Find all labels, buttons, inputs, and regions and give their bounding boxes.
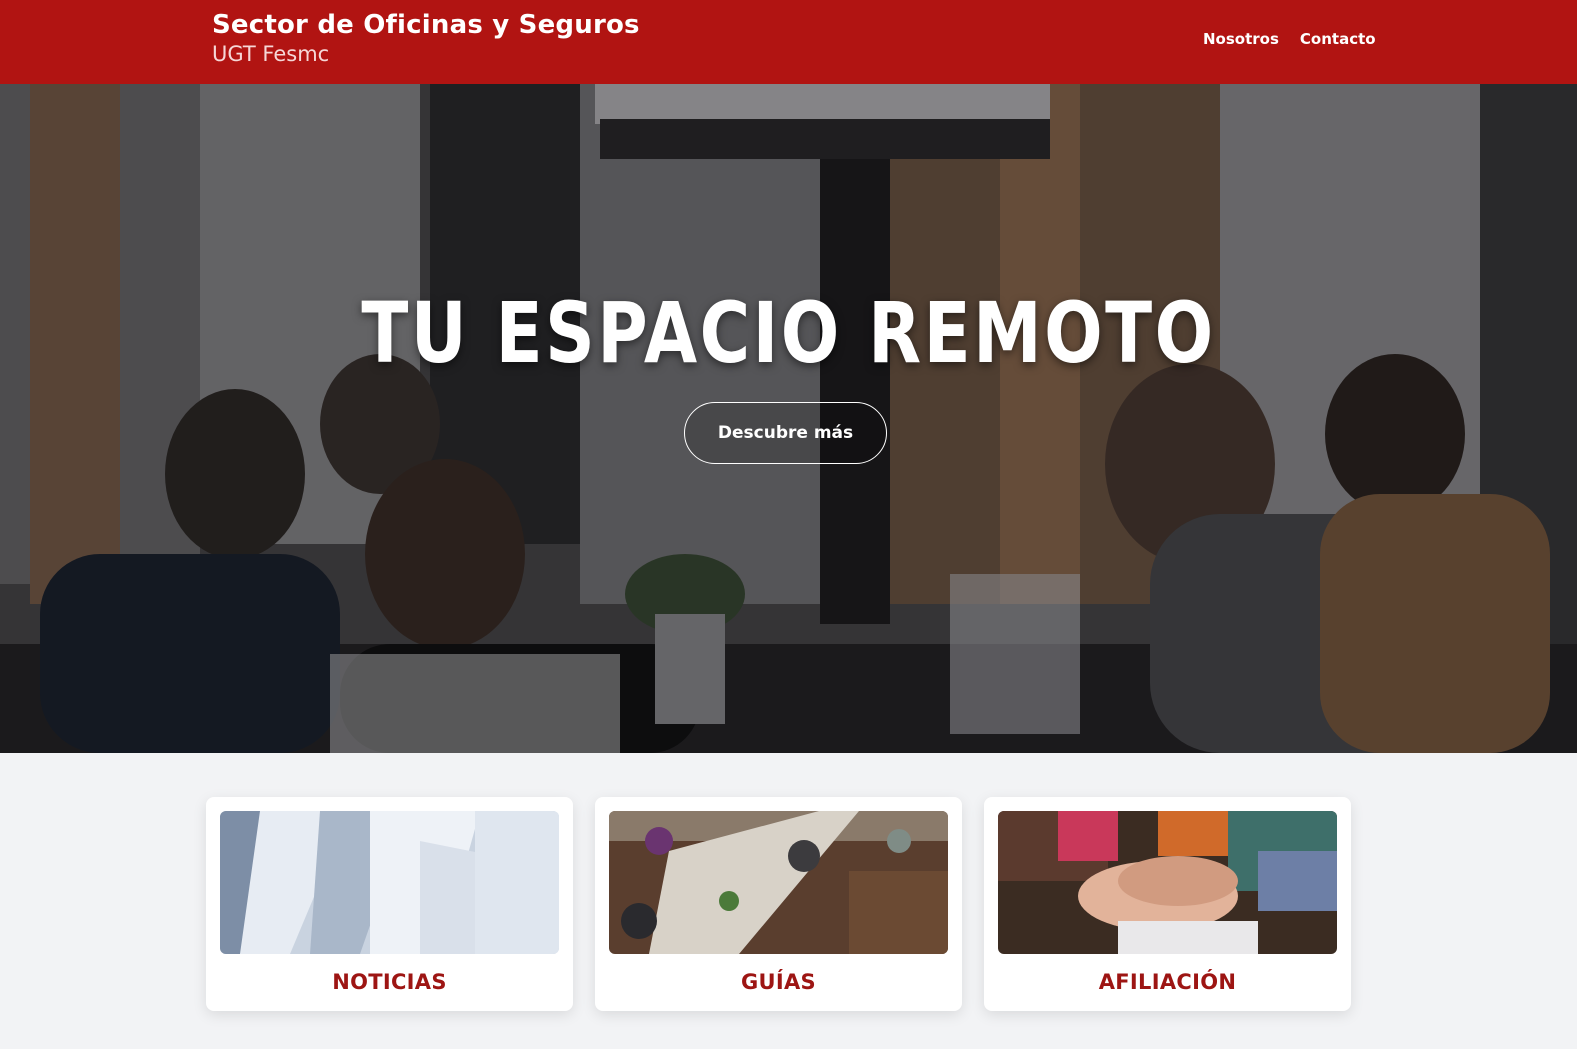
card-label-noticias: NOTICIAS xyxy=(332,970,447,994)
brand[interactable]: Sector de Oficinas y Seguros UGT Fesmc xyxy=(212,10,640,66)
stacked-hands-image[interactable] xyxy=(998,811,1337,954)
newspapers-image[interactable] xyxy=(220,811,559,954)
hero-section: TU ESPACIO REMOTO Descubre más xyxy=(0,84,1577,753)
site-subtitle: UGT Fesmc xyxy=(212,42,330,66)
nav-link-contacto[interactable]: Contacto xyxy=(1300,30,1376,48)
card-afiliacion[interactable]: AFILIACIÓN xyxy=(984,797,1351,1011)
card-label-afiliacion: AFILIACIÓN xyxy=(1098,970,1237,994)
feature-cards: NOTICIAS GUÍAS AFILIACIÓN xyxy=(206,797,1351,1011)
hero-title: TU ESPACIO REMOTO xyxy=(361,284,1216,382)
site-title[interactable]: Sector de Oficinas y Seguros xyxy=(212,10,640,40)
site-header: Sector de Oficinas y Seguros UGT Fesmc N… xyxy=(0,0,1577,84)
card-noticias[interactable]: NOTICIAS xyxy=(206,797,573,1011)
discover-more-button[interactable]: Descubre más xyxy=(684,402,887,464)
nav-link-nosotros[interactable]: Nosotros xyxy=(1203,30,1279,48)
card-guias[interactable]: GUÍAS xyxy=(595,797,962,1011)
card-label-guias: GUÍAS xyxy=(741,970,816,994)
main-nav: Nosotros Contacto xyxy=(1203,30,1376,48)
coworking-image[interactable] xyxy=(609,811,948,954)
